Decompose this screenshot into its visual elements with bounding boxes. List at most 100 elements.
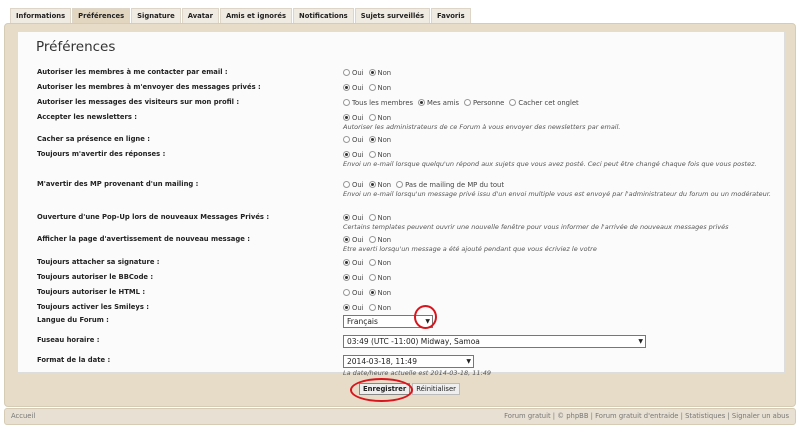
radio-button[interactable]: [343, 236, 350, 243]
radio-button[interactable]: [368, 259, 376, 266]
radio-button[interactable]: [418, 99, 426, 106]
page-title: Préférences: [36, 39, 116, 55]
radio-option[interactable]: Non: [368, 150, 392, 159]
tab-notifications[interactable]: Notifications: [293, 8, 354, 24]
radio-option[interactable]: Pas de mailing de MP du tout: [396, 181, 504, 189]
radio-button[interactable]: [368, 304, 376, 311]
radio-option[interactable]: Mes amis: [418, 99, 459, 107]
radio-button[interactable]: [343, 289, 350, 296]
radio-group: Oui Non: [343, 135, 783, 144]
radio-label: Oui: [352, 273, 364, 282]
tab-amis-et-ignor-s[interactable]: Amis et ignorés: [219, 8, 292, 24]
radio-group: Oui Non: [343, 273, 783, 282]
radio-option[interactable]: Oui: [343, 259, 364, 267]
radio-option[interactable]: Oui: [343, 136, 364, 144]
radio-option[interactable]: Non: [368, 113, 392, 122]
radio-option[interactable]: Non: [368, 84, 391, 92]
tab-avatar[interactable]: Avatar: [181, 8, 219, 24]
radio-button[interactable]: [343, 136, 350, 143]
radio-button[interactable]: [343, 181, 350, 188]
radio-button[interactable]: [343, 69, 350, 76]
radio-option[interactable]: Non: [368, 68, 392, 77]
radio-option[interactable]: Cacher cet onglet: [509, 99, 579, 107]
footer-link[interactable]: Signaler un abus: [732, 412, 789, 420]
radio-button[interactable]: [396, 181, 404, 188]
radio-label: Oui: [352, 150, 364, 159]
preferences-form: Préférences Autoriser les membres à me c…: [17, 31, 785, 377]
radio-button[interactable]: [368, 181, 376, 188]
chevron-down-icon[interactable]: ▼: [638, 336, 643, 347]
radio-button[interactable]: [343, 214, 350, 221]
radio-option[interactable]: Non: [368, 274, 391, 282]
radio-button[interactable]: [343, 259, 350, 266]
setting-label: Accepter les newsletters :: [37, 113, 138, 121]
radio-button[interactable]: [368, 236, 376, 243]
tab-informations[interactable]: Informations: [10, 8, 72, 24]
radio-button[interactable]: [343, 304, 350, 311]
radio-button[interactable]: [368, 84, 376, 91]
radio-option[interactable]: Oui: [343, 236, 364, 244]
radio-group: Oui Non: [343, 68, 783, 77]
radio-group: Oui Non: [343, 150, 783, 159]
radio-label: Oui: [352, 68, 364, 77]
timezone-select[interactable]: 03:49 (UTC -11:00) Midway, Samoa ▼: [343, 335, 646, 348]
radio-option[interactable]: Non: [368, 289, 391, 297]
radio-option[interactable]: Non: [368, 181, 391, 189]
radio-button[interactable]: [509, 99, 517, 106]
footer-link[interactable]: Statistiques: [685, 412, 725, 420]
footer-link[interactable]: © phpBB: [557, 412, 588, 420]
radio-button[interactable]: [343, 114, 350, 121]
radio-label: Non: [377, 150, 392, 159]
radio-option[interactable]: Oui: [343, 114, 364, 122]
radio-button[interactable]: [368, 136, 376, 143]
radio-option[interactable]: Non: [368, 236, 391, 244]
radio-button[interactable]: [368, 151, 376, 158]
radio-button[interactable]: [464, 99, 472, 106]
radio-label: Oui: [352, 258, 364, 267]
setting-description: Certains templates peuvent ouvrir une no…: [343, 223, 729, 231]
radio-label: Oui: [352, 213, 364, 222]
tab-sujets-surveill-s[interactable]: Sujets surveillés: [354, 8, 430, 24]
radio-option[interactable]: Oui: [343, 289, 364, 297]
reset-button[interactable]: Réinitialiser: [412, 383, 460, 395]
radio-option[interactable]: Oui: [343, 274, 364, 282]
radio-button[interactable]: [343, 84, 350, 91]
radio-option[interactable]: Personne: [464, 99, 504, 107]
footer-link[interactable]: Forum gratuit: [504, 412, 551, 420]
footer-home-link[interactable]: Accueil: [11, 409, 35, 424]
radio-option[interactable]: Non: [368, 214, 391, 222]
radio-button[interactable]: [343, 274, 350, 281]
radio-button[interactable]: [343, 99, 350, 106]
chevron-down-icon[interactable]: ▼: [466, 356, 471, 367]
radio-group: Oui Non: [343, 258, 783, 267]
radio-label: Oui: [352, 135, 364, 144]
radio-button[interactable]: [368, 274, 376, 281]
radio-option[interactable]: Tous les membres: [343, 99, 413, 107]
radio-button[interactable]: [368, 289, 376, 296]
radio-option[interactable]: Oui: [343, 69, 364, 77]
date-format-select[interactable]: 2014-03-18, 11:49 ▼: [343, 355, 474, 368]
setting-label: M'avertir des MP provenant d'un mailing …: [37, 180, 199, 188]
radio-option[interactable]: Oui: [343, 84, 364, 92]
radio-option[interactable]: Oui: [343, 151, 364, 159]
radio-option[interactable]: Non: [368, 259, 391, 267]
radio-option[interactable]: Non: [368, 136, 391, 144]
radio-option[interactable]: Oui: [343, 214, 364, 222]
radio-button[interactable]: [368, 69, 376, 76]
radio-option[interactable]: Oui: [343, 181, 364, 189]
radio-group: Oui Non: [343, 288, 783, 297]
footer-link[interactable]: Forum gratuit d'entraide: [595, 412, 678, 420]
radio-option[interactable]: Non: [368, 304, 391, 312]
radio-label: Non: [377, 68, 392, 77]
tab-pr-f-rences[interactable]: Préférences: [72, 8, 131, 24]
radio-label: Pas de mailing de MP du tout: [405, 180, 505, 189]
radio-label: Non: [377, 113, 392, 122]
radio-button[interactable]: [368, 114, 376, 121]
radio-option[interactable]: Oui: [343, 304, 364, 312]
radio-button[interactable]: [368, 214, 376, 221]
radio-label: Oui: [352, 113, 364, 122]
radio-button[interactable]: [343, 151, 350, 158]
tab-signature[interactable]: Signature: [131, 8, 181, 24]
tab-favoris[interactable]: Favoris: [431, 8, 471, 24]
radio-label: Personne: [473, 98, 505, 107]
